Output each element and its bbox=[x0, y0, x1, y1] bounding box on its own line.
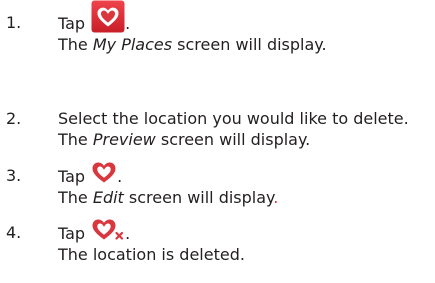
step-2-result: The Preview screen will display. bbox=[58, 129, 433, 150]
step-4-content: Tap . The location is deleted. bbox=[58, 218, 433, 265]
red-heart-remove-icon bbox=[91, 218, 125, 241]
step-2-content: Select the location you would like to de… bbox=[58, 108, 433, 150]
step-3-result-end: . bbox=[273, 188, 279, 207]
step-1-result: The My Places screen will display. bbox=[58, 34, 433, 55]
step-1-result-rest: screen will display. bbox=[172, 35, 327, 54]
step-4-tap-text: Tap bbox=[58, 224, 86, 243]
step-3-tap-text: Tap bbox=[58, 167, 86, 186]
step-2-screen-name: Preview bbox=[92, 130, 156, 149]
step-1-tap-text: Tap bbox=[58, 14, 86, 33]
step-3-action: Tap . bbox=[58, 161, 433, 187]
step-3-result-prefix: The bbox=[58, 188, 93, 207]
step-2-result-prefix: The bbox=[58, 130, 93, 149]
step-1-number: 1. bbox=[6, 13, 22, 32]
step-3-result: The Edit screen will display. bbox=[58, 187, 433, 208]
step-1-content: Tap . The My Places screen will display. bbox=[58, 0, 433, 55]
step-1-screen-name: My Places bbox=[92, 35, 173, 54]
heart-in-red-square-icon bbox=[91, 0, 125, 33]
step-4-number: 4. bbox=[6, 223, 22, 242]
step-2-action: Select the location you would like to de… bbox=[58, 109, 409, 128]
step-3-screen-name: Edit bbox=[92, 188, 124, 207]
step-1-action: Tap . bbox=[58, 0, 433, 34]
step-2-result-rest: screen will display. bbox=[155, 130, 311, 149]
step-4-action: Tap . bbox=[58, 218, 433, 244]
step-4-period: . bbox=[125, 224, 131, 243]
step-3-content: Tap . The Edit screen will display. bbox=[58, 161, 433, 208]
step-3-result-rest: screen will display bbox=[123, 188, 274, 207]
step-1-period: . bbox=[125, 14, 131, 33]
step-3-period: . bbox=[117, 167, 123, 186]
step-2-number: 2. bbox=[6, 109, 22, 128]
step-1-result-prefix: The bbox=[58, 35, 93, 54]
step-3-number: 3. bbox=[6, 166, 22, 185]
red-heart-outline-icon bbox=[91, 161, 117, 184]
step-4-result: The location is deleted. bbox=[58, 245, 245, 264]
